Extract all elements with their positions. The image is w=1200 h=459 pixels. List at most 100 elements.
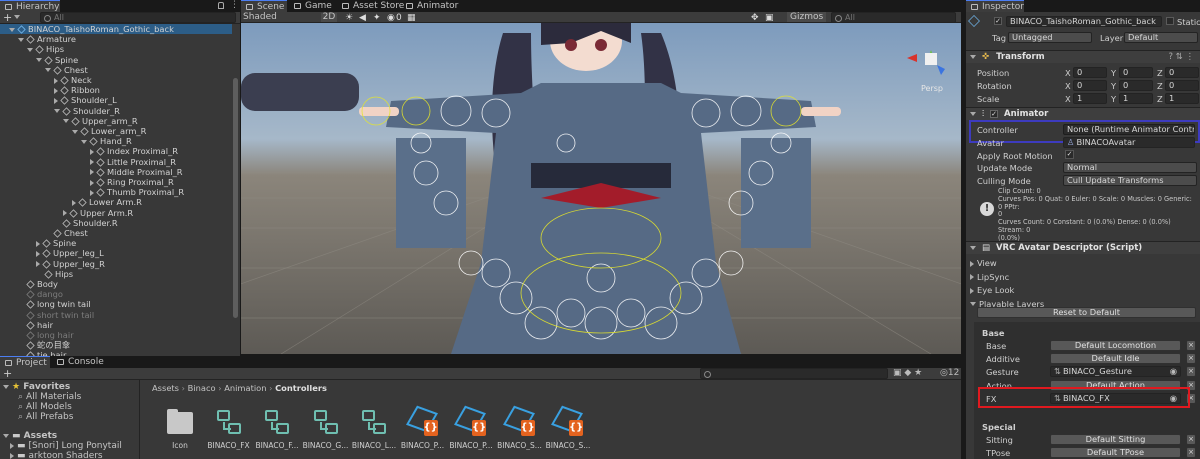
asset-item[interactable]: Icon <box>156 406 204 450</box>
hierarchy-item[interactable]: Shoulder_R <box>0 106 232 116</box>
static-checkbox[interactable] <box>1166 17 1174 25</box>
breadcrumb-item[interactable]: Animation <box>224 383 266 393</box>
default-layer-button[interactable]: Default Locomotion <box>1050 340 1181 351</box>
chevron-right-icon[interactable] <box>72 199 76 206</box>
default-layer-button[interactable]: Default TPose <box>1050 447 1181 458</box>
gizmos-dropdown[interactable]: Gizmos <box>787 12 827 22</box>
chevron-right-icon[interactable] <box>90 169 94 176</box>
toggle-2d-button[interactable]: 2D <box>321 13 337 22</box>
project-search-input[interactable] <box>700 368 888 379</box>
vrc-descriptor-header[interactable]: ▤ VRC Avatar Descriptor (Script) <box>966 241 1200 254</box>
culling-mode-dropdown[interactable]: Cull Update Transforms <box>1063 175 1197 186</box>
hierarchy-item[interactable]: Index Proximal_R <box>0 146 232 156</box>
favorite-item[interactable]: ⌕ All Materials <box>18 392 81 402</box>
hierarchy-item[interactable]: short twin tail <box>0 310 232 320</box>
controller-field[interactable]: None (Runtime Animator Controller) <box>1063 124 1195 135</box>
hierarchy-item[interactable]: dango <box>0 289 232 299</box>
asset-folder-item[interactable]: ▬ [Snori] Long Ponytail <box>10 441 122 451</box>
audio-icon[interactable]: ◀ <box>359 13 366 23</box>
lock-icon[interactable] <box>218 2 224 9</box>
chevron-down-icon[interactable] <box>18 37 24 42</box>
tab-console[interactable]: Console <box>52 356 104 368</box>
hierarchy-item[interactable]: Chest <box>0 65 232 75</box>
hierarchy-item[interactable]: Hips <box>0 44 232 54</box>
favorites-node[interactable]: ★ Favorites <box>3 382 70 392</box>
chevron-right-icon[interactable] <box>36 240 40 247</box>
chevron-right-icon[interactable] <box>63 210 67 217</box>
layer-dropdown[interactable]: Default <box>1124 32 1198 43</box>
hierarchy-item[interactable]: long hair <box>0 330 232 340</box>
tab-animator[interactable]: Animator <box>401 0 459 12</box>
hierarchy-item[interactable]: Neck <box>0 75 232 85</box>
favorite-item[interactable]: ⌕ All Prefabs <box>18 412 73 422</box>
foldout-eye-look[interactable]: Eye Look <box>970 284 1014 296</box>
tag-dropdown[interactable]: Untagged <box>1008 32 1092 43</box>
tab-game[interactable]: Game <box>289 0 335 12</box>
transform-x-field[interactable]: 0 <box>1073 67 1107 78</box>
grid-icon[interactable]: ▦ <box>407 13 416 23</box>
hierarchy-item[interactable]: Upper Arm.R <box>0 208 232 218</box>
hierarchy-item[interactable]: Chest <box>0 228 232 238</box>
hierarchy-item[interactable]: Armature <box>0 34 232 44</box>
object-picker-icon[interactable]: ◉ <box>1170 367 1177 376</box>
chevron-down-icon[interactable] <box>54 109 60 114</box>
breadcrumb-item[interactable]: Assets <box>152 383 179 393</box>
update-mode-dropdown[interactable]: Normal <box>1063 162 1197 173</box>
component-menu-icon[interactable]: ? ⇅ ⋮ <box>1168 51 1194 64</box>
clear-layer-button[interactable]: × <box>1186 340 1196 351</box>
chevron-down-icon[interactable] <box>27 47 33 52</box>
hierarchy-item[interactable]: Upper_leg_L <box>0 248 232 258</box>
asset-item[interactable]: BINACO_L... <box>350 406 398 450</box>
chevron-down-icon[interactable] <box>45 68 51 73</box>
transform-y-field[interactable]: 0 <box>1119 80 1153 91</box>
reset-to-default-button[interactable]: Reset to Default <box>977 307 1196 318</box>
hierarchy-item[interactable]: Thumb Proximal_R <box>0 187 232 197</box>
asset-item[interactable]: {} BINACO_S... <box>496 405 544 450</box>
hierarchy-item[interactable]: BINACO_TaishoRoman_Gothic_back <box>0 24 232 35</box>
tab-asset-store[interactable]: Asset Store <box>337 0 404 12</box>
transform-z-field[interactable]: 0 <box>1165 80 1199 91</box>
hierarchy-item[interactable]: Spine <box>0 238 232 248</box>
breadcrumb-item[interactable]: Binaco <box>188 383 216 393</box>
chevron-right-icon[interactable] <box>36 250 40 257</box>
chevron-right-icon[interactable] <box>90 179 94 186</box>
hierarchy-item[interactable]: Shoulder.R <box>0 218 232 228</box>
clear-layer-button[interactable]: × <box>1186 434 1196 445</box>
hierarchy-search-input[interactable]: All <box>40 12 236 23</box>
hierarchy-item[interactable]: Shoulder_L <box>0 95 232 105</box>
asset-item[interactable]: {} BINACO_P... <box>399 405 447 450</box>
chevron-down-icon[interactable] <box>72 129 78 134</box>
default-layer-button[interactable]: Default Idle <box>1050 353 1181 365</box>
active-checkbox[interactable]: ✓ <box>994 17 1002 25</box>
transform-z-field[interactable]: 0 <box>1165 67 1199 78</box>
avatar-field[interactable]: ♙ BINACOAvatar <box>1063 137 1195 148</box>
foldout-view[interactable]: View <box>970 257 997 269</box>
hierarchy-item[interactable]: Middle Proximal_R <box>0 167 232 177</box>
chevron-right-icon[interactable] <box>90 189 94 196</box>
object-name-input[interactable]: BINACO_TaishoRoman_Gothic_back <box>1006 16 1162 27</box>
chevron-right-icon[interactable] <box>36 261 40 268</box>
hierarchy-item[interactable]: Lower_arm_R <box>0 126 232 136</box>
chevron-right-icon[interactable] <box>54 77 58 84</box>
hidden-objects-icon[interactable]: ◉ <box>387 13 395 23</box>
transform-x-field[interactable]: 0 <box>1073 80 1107 91</box>
chevron-down-icon[interactable] <box>9 27 15 32</box>
chevron-down-icon[interactable] <box>81 139 87 144</box>
hierarchy-item[interactable]: Upper_leg_R <box>0 259 232 269</box>
hierarchy-item[interactable]: long twin tail <box>0 299 232 309</box>
clear-layer-button[interactable]: × <box>1186 353 1196 365</box>
chevron-right-icon[interactable] <box>10 452 14 459</box>
transform-z-field[interactable]: 1 <box>1165 93 1199 104</box>
transform-x-field[interactable]: 1 <box>1073 93 1107 104</box>
scene-search-input[interactable]: All <box>831 12 956 23</box>
tools-icon[interactable]: ✥ <box>751 13 759 23</box>
shading-mode-dropdown[interactable]: Shaded <box>243 13 303 28</box>
hierarchy-item[interactable]: Hips <box>0 269 232 279</box>
animator-header[interactable]: ⫶ ✓ Animator <box>966 107 1200 120</box>
breadcrumb-item[interactable]: Controllers <box>275 383 327 393</box>
transform-header[interactable]: ✜ Transform ? ⇅ ⋮ <box>966 50 1200 63</box>
clear-layer-button[interactable]: × <box>1186 447 1196 458</box>
effects-icon[interactable]: ✦ <box>373 13 381 23</box>
hierarchy-item[interactable]: Ribbon <box>0 85 232 95</box>
foldout-lipsync[interactable]: LipSync <box>970 271 1009 283</box>
